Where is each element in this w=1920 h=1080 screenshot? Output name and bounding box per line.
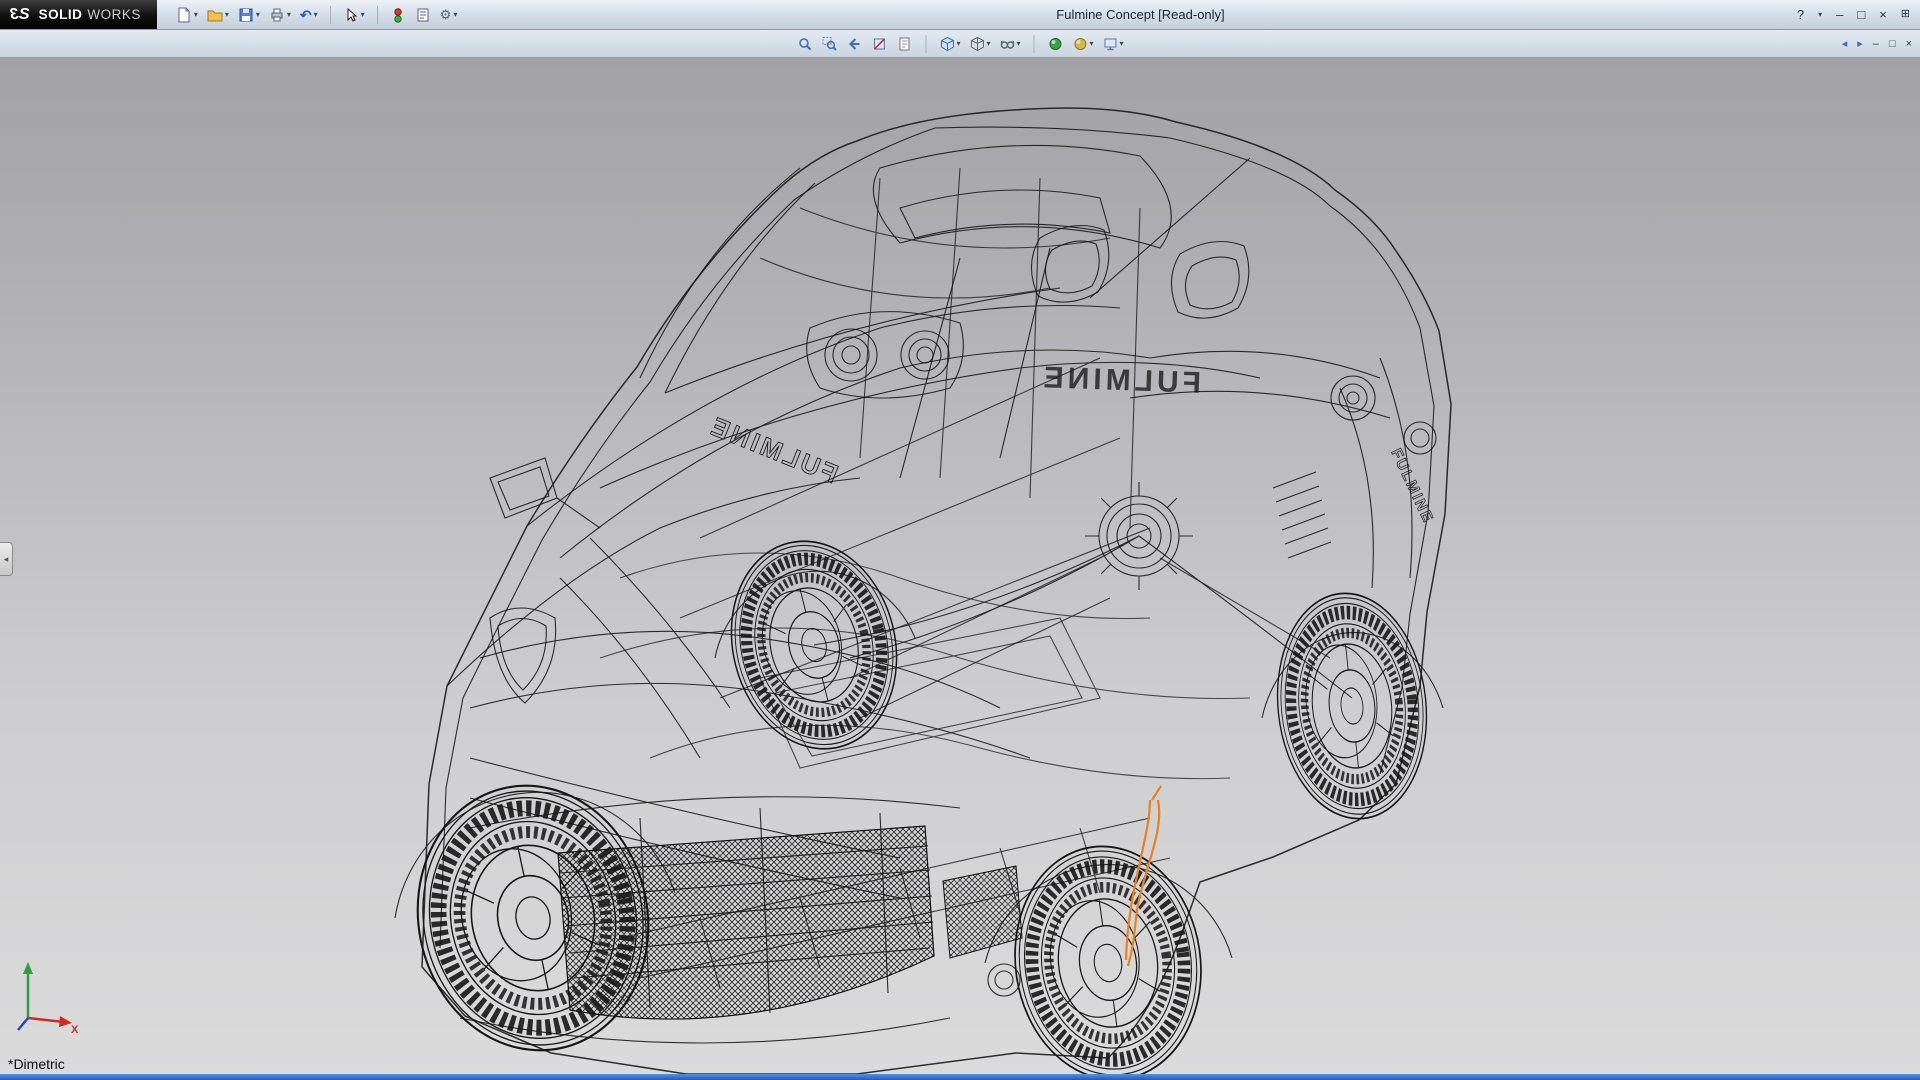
new-document-icon xyxy=(176,7,192,23)
reference-triad: X xyxy=(14,956,84,1034)
appearance-colors-button[interactable] xyxy=(387,5,409,25)
front-grille-mesh xyxy=(558,826,934,1019)
options-button[interactable]: ⚙ ▾ xyxy=(437,6,461,23)
printer-icon xyxy=(269,7,285,23)
next-document-button[interactable]: ▸ xyxy=(1857,37,1863,50)
status-bar-strip xyxy=(0,1074,1920,1080)
open-folder-icon xyxy=(207,7,223,23)
dropdown-icon[interactable]: ▾ xyxy=(314,11,318,19)
dropdown-icon[interactable]: ▾ xyxy=(1090,40,1094,48)
toolbar-separator xyxy=(330,6,331,24)
minimize-button[interactable]: – xyxy=(1836,8,1843,21)
edit-appearance-button[interactable] xyxy=(1046,34,1066,54)
toolbar-separator xyxy=(1034,35,1035,53)
dropdown-icon[interactable]: ▾ xyxy=(453,11,457,19)
dropdown-icon[interactable]: ▾ xyxy=(1120,40,1124,48)
view-orientation-cube-icon xyxy=(939,36,955,52)
wheel-rear-right xyxy=(1267,586,1438,826)
zoom-to-area-button[interactable] xyxy=(819,34,839,54)
print-document-button[interactable]: ▾ xyxy=(266,5,294,25)
help-button[interactable]: ? xyxy=(1797,8,1804,21)
side-grille-mesh xyxy=(943,866,1022,958)
save-floppy-icon xyxy=(238,7,254,23)
brand-light: WORKS xyxy=(87,7,141,22)
section-view-button[interactable] xyxy=(869,34,889,54)
hide-show-items-button[interactable]: ▾ xyxy=(997,34,1022,54)
dropdown-icon[interactable]: ▾ xyxy=(256,11,260,19)
dropdown-icon[interactable]: ▾ xyxy=(361,11,365,19)
apply-scene-ball-icon xyxy=(1073,36,1089,52)
title-bar: 3S SOLID WORKS ▾ ▾ ▾ xyxy=(0,0,1920,30)
edit-appearance-ball-icon xyxy=(1048,36,1064,52)
window-controls: ? ▾ – □ × ⊞ xyxy=(1797,8,1920,21)
wheel-front-right xyxy=(1000,834,1216,1074)
gear-icon: ⚙ xyxy=(440,8,452,21)
zoom-to-area-icon xyxy=(821,36,837,52)
help-dropdown-icon[interactable]: ▾ xyxy=(1818,11,1822,19)
new-document-button[interactable]: ▾ xyxy=(173,5,201,25)
section-view-icon xyxy=(871,36,887,52)
display-style-cube-icon xyxy=(969,36,985,52)
dropdown-icon[interactable]: ▾ xyxy=(1016,40,1020,48)
undo-icon: ↶ xyxy=(300,8,312,22)
previous-view-icon xyxy=(846,36,862,52)
open-document-button[interactable]: ▾ xyxy=(204,5,232,25)
model-decal-text: FULMINE xyxy=(1039,361,1201,400)
wireframe-model: FULMINE FULMINE FULMINE xyxy=(0,58,1920,1074)
menu-row: ▾ ▾ ▾ ▾ xyxy=(0,30,1920,58)
dropdown-icon[interactable]: ▾ xyxy=(956,40,960,48)
restore-button[interactable]: □ xyxy=(1857,8,1865,21)
featuremanager-collapse-tab[interactable]: ◂ xyxy=(0,542,13,576)
dropdown-icon[interactable]: ▾ xyxy=(194,11,198,19)
toolbar-separator xyxy=(925,35,926,53)
zoom-to-fit-button[interactable] xyxy=(794,34,814,54)
save-document-button[interactable]: ▾ xyxy=(235,5,263,25)
zoom-to-fit-icon xyxy=(796,36,812,52)
view-settings-icon xyxy=(1103,36,1119,52)
close-button[interactable]: × xyxy=(1879,8,1887,21)
select-tool-button[interactable]: ▾ xyxy=(340,5,368,25)
toolbar-separator xyxy=(377,6,378,24)
dropdown-icon[interactable]: ▾ xyxy=(287,11,291,19)
file-properties-button[interactable] xyxy=(412,5,434,25)
previous-view-button[interactable] xyxy=(844,34,864,54)
apply-scene-button[interactable]: ▾ xyxy=(1071,34,1096,54)
annotations-visibility-button[interactable] xyxy=(894,34,914,54)
triad-x-label: X xyxy=(71,1024,79,1034)
cursor-icon xyxy=(343,7,359,23)
document-window-controls: ◂ ▸ – □ × xyxy=(1842,37,1920,50)
appearance-colors-icon xyxy=(390,7,406,23)
wheel-front-left xyxy=(393,764,672,1072)
display-style-button[interactable]: ▾ xyxy=(967,34,992,54)
doc-restore-button[interactable]: □ xyxy=(1889,38,1896,50)
dropdown-icon[interactable]: ▾ xyxy=(225,11,229,19)
solidworks-logo: 3S SOLID WORKS xyxy=(0,0,157,29)
file-properties-icon xyxy=(415,7,431,23)
brand-bold: SOLID xyxy=(39,7,83,22)
dropdown-icon[interactable]: ▾ xyxy=(986,40,990,48)
doc-close-button[interactable]: × xyxy=(1906,38,1912,50)
main-toolbar: ▾ ▾ ▾ ▾ ↶ ▾ xyxy=(173,5,461,25)
doc-minimize-button[interactable]: – xyxy=(1873,38,1879,50)
view-orientation-button[interactable]: ▾ xyxy=(937,34,962,54)
viewport-canvas[interactable]: FULMINE FULMINE FULMINE ◂ X *Dimetric xyxy=(0,58,1920,1074)
view-settings-button[interactable]: ▾ xyxy=(1101,34,1126,54)
window-title: Fulmine Concept [Read-only] xyxy=(1056,7,1224,22)
view-orientation-label: *Dimetric xyxy=(8,1056,65,1072)
hide-show-glasses-icon xyxy=(999,36,1015,52)
undo-button[interactable]: ↶ ▾ xyxy=(297,6,321,24)
previous-document-button[interactable]: ◂ xyxy=(1842,37,1848,50)
annotations-icon xyxy=(896,36,912,52)
collapse-arrow-icon: ◂ xyxy=(4,554,9,565)
heads-up-view-toolbar: ▾ ▾ ▾ ▾ xyxy=(794,34,1125,54)
workspace-icon[interactable]: ⊞ xyxy=(1901,9,1910,20)
